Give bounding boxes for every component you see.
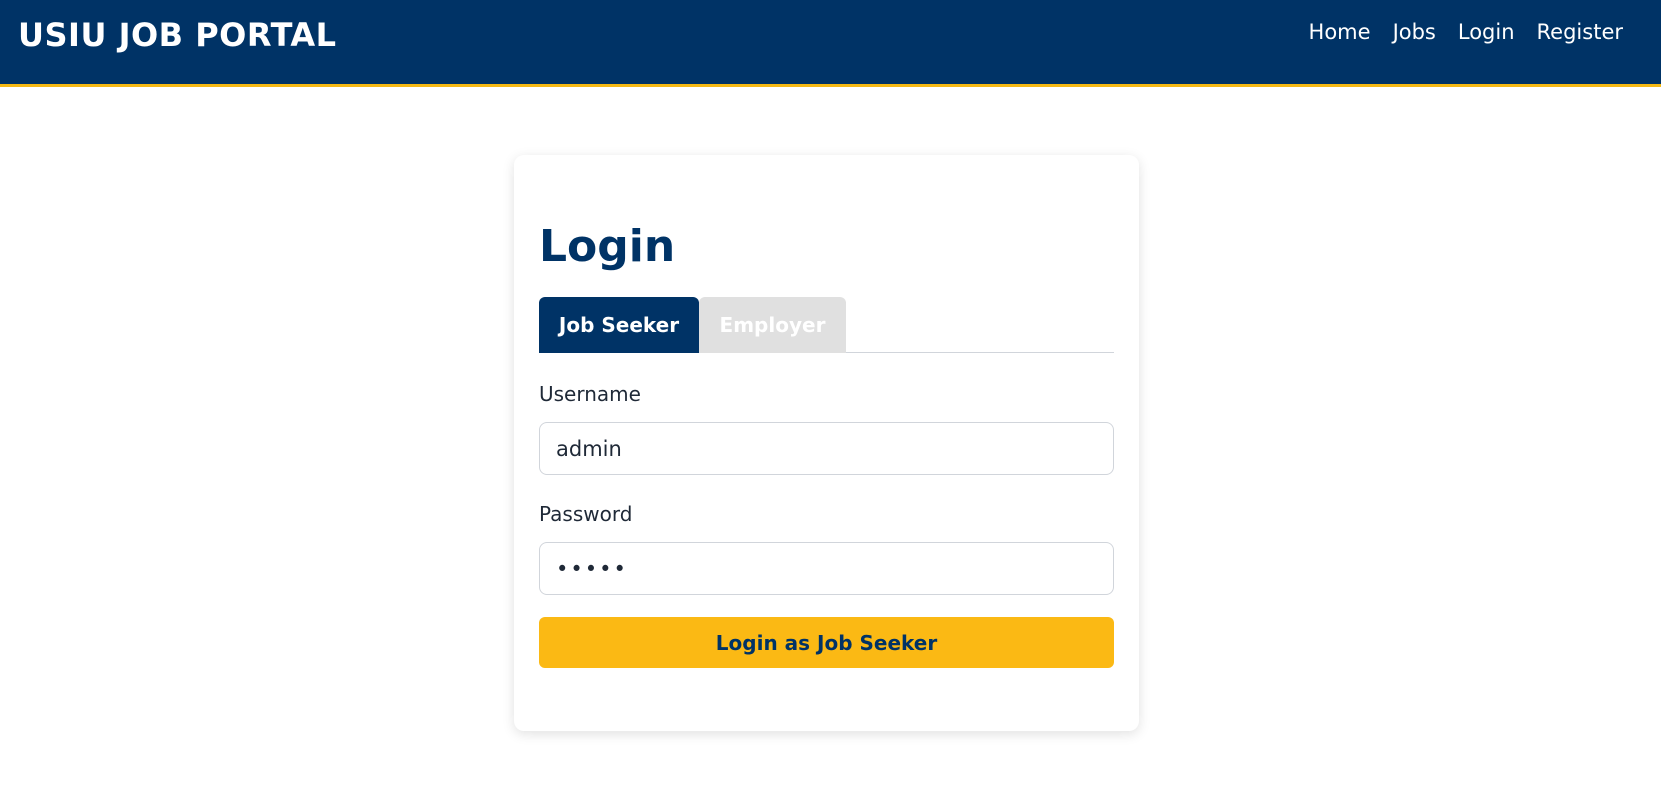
password-label: Password	[539, 502, 633, 526]
username-label: Username	[539, 382, 641, 406]
page-title: Login	[539, 221, 676, 272]
login-type-tabs: Job Seeker Employer	[539, 297, 1114, 353]
nav-link-jobs[interactable]: Jobs	[1393, 20, 1436, 44]
nav-link-register[interactable]: Register	[1537, 20, 1623, 44]
nav-link-home[interactable]: Home	[1309, 20, 1371, 44]
top-navbar: USIU JOB PORTAL Home Jobs Login Register	[0, 0, 1661, 87]
username-input[interactable]	[539, 422, 1114, 475]
login-submit-button[interactable]: Login as Job Seeker	[539, 617, 1114, 668]
main-nav: Home Jobs Login Register	[1309, 20, 1623, 44]
tab-employer[interactable]: Employer	[699, 297, 846, 353]
brand-logo-text[interactable]: USIU JOB PORTAL	[18, 16, 337, 54]
nav-link-login[interactable]: Login	[1458, 20, 1515, 44]
tab-job-seeker[interactable]: Job Seeker	[539, 297, 699, 353]
password-input[interactable]	[539, 542, 1114, 595]
login-card: Login Job Seeker Employer Username Passw…	[514, 155, 1139, 731]
